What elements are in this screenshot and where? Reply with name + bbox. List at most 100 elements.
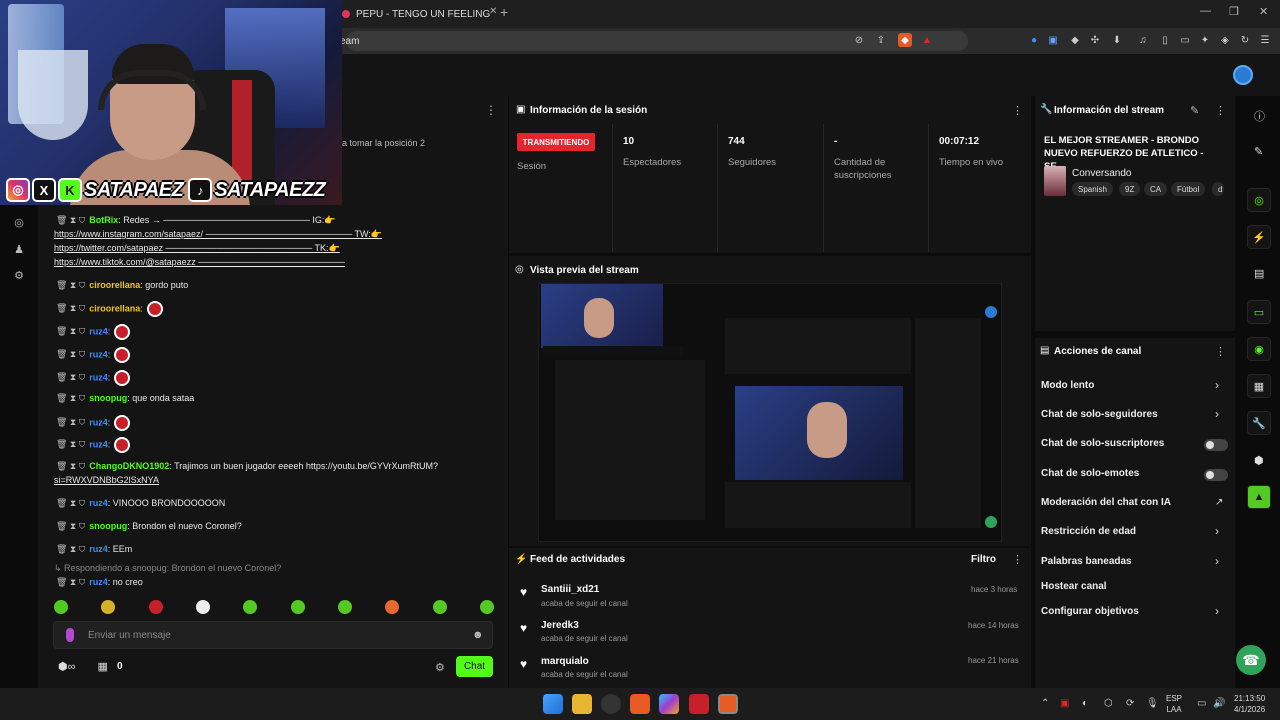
rail-panel-icon[interactable]: ▦	[1247, 374, 1271, 398]
chat-username[interactable]: BotRix	[89, 215, 118, 225]
chat-username[interactable]: snoopug	[89, 521, 127, 531]
brave-rewards-icon[interactable]: ▲	[920, 33, 934, 47]
channel-action-item[interactable]: Palabras baneadas	[1041, 556, 1132, 567]
new-tab-icon[interactable]: +	[500, 4, 508, 20]
chat-username[interactable]: ciroorellana	[89, 303, 140, 313]
focus-icon[interactable]: ◎	[12, 216, 26, 230]
pencil-icon[interactable]: ✎	[1254, 145, 1263, 158]
mod-action-icons[interactable]: 🗑 ⧗ ⛉	[56, 521, 85, 531]
channel-action-item[interactable]: Hostear canal	[1041, 581, 1107, 592]
clock[interactable]: 21:13:50 4/1/2026	[1234, 693, 1265, 715]
browser-tab[interactable]: PEPU - TENGO UN FEELING (Visualizer)	[338, 2, 490, 26]
share-icon[interactable]: ⇪	[874, 33, 888, 47]
toggle-switch[interactable]	[1204, 469, 1228, 481]
mod-action-icons[interactable]: 🗑 ⧗ ⛉	[56, 326, 85, 336]
puzzle-icon[interactable]: ✣	[1088, 33, 1102, 47]
mod-action-icons[interactable]: 🗑 ⧗ ⛉	[56, 417, 85, 427]
maximize-icon[interactable]: ❐	[1229, 5, 1239, 18]
chevron-right-icon[interactable]: ›	[1215, 554, 1219, 568]
chat-send-button[interactable]: Chat	[456, 656, 493, 677]
brave-icon[interactable]	[630, 694, 650, 714]
channel-action-item[interactable]: Restricción de edad	[1041, 526, 1136, 537]
emote-button[interactable]	[290, 600, 305, 614]
settings-icon[interactable]: ⚙	[12, 269, 26, 283]
tray-chevron-icon[interactable]: ⌃	[1041, 698, 1049, 709]
chat-username[interactable]: ruz4	[89, 577, 108, 587]
chevron-right-icon[interactable]: ›	[1215, 378, 1219, 392]
mod-action-icons[interactable]: 🗑 ⧗ ⛉	[56, 577, 85, 587]
language-indicator[interactable]: ESP LAA	[1166, 693, 1182, 715]
chat-username[interactable]: ruz4	[89, 372, 108, 382]
channel-action-item[interactable]: Modo lento	[1041, 380, 1094, 391]
mod-action-icons[interactable]: 🗑 ⧗ ⛉	[56, 215, 85, 225]
rail-mod-icon[interactable]: ⬢	[1254, 454, 1264, 467]
refresh-icon[interactable]: ↻	[1238, 33, 1252, 47]
mod-action-icons[interactable]: 🗑 ⧗ ⛉	[56, 439, 85, 449]
chat-username[interactable]: ruz4	[89, 544, 108, 554]
chat-username[interactable]: ruz4	[89, 349, 108, 359]
stream-info-menu-icon[interactable]: ⋮	[1215, 104, 1226, 117]
user-avatar[interactable]	[1233, 65, 1253, 85]
translate-icon[interactable]: ▣	[1046, 33, 1060, 47]
mod-action-icons[interactable]: 🗑 ⧗ ⛉	[56, 393, 85, 403]
chat-menu-icon[interactable]: ⋮	[485, 103, 497, 117]
emote-button[interactable]	[337, 600, 352, 614]
copilot-icon[interactable]	[659, 694, 679, 714]
rail-chat-icon[interactable]: ▭	[1247, 300, 1271, 324]
mod-action-icons[interactable]: 🗑 ⧗ ⛉	[56, 372, 85, 382]
feed-filter-button[interactable]: Filtro	[971, 554, 996, 565]
tray-app4-icon[interactable]: ⟳	[1126, 698, 1134, 709]
rail-broadcast-icon[interactable]: ◉	[1247, 337, 1271, 361]
channel-action-item[interactable]: Chat de solo-seguidores	[1041, 409, 1158, 420]
chat-username[interactable]: ruz4	[89, 439, 108, 449]
wallet2-icon[interactable]: ▭	[1178, 33, 1192, 47]
emote-button[interactable]	[54, 600, 68, 614]
chat-username[interactable]: ruz4	[89, 417, 108, 427]
chat-username[interactable]: ruz4	[89, 498, 108, 508]
mod-action-icons[interactable]: 🗑 ⧗ ⛉	[56, 544, 85, 554]
mod-action-icons[interactable]: 🗑 ⧗ ⛉	[56, 498, 85, 508]
file-explorer-icon[interactable]	[572, 694, 592, 714]
tray-app2-icon[interactable]: ◐	[1082, 698, 1088, 709]
session-menu-icon[interactable]: ⋮	[1012, 104, 1023, 117]
info-icon[interactable]: ⓘ	[1254, 108, 1265, 124]
store-icon[interactable]: ▦	[97, 660, 107, 673]
tray-mic-icon[interactable]: 🎙	[1146, 698, 1159, 709]
window-close-icon[interactable]: ✕	[1259, 5, 1268, 18]
emote-button[interactable]	[195, 600, 210, 614]
channel-action-item[interactable]: Moderación del chat con IA	[1041, 497, 1171, 508]
chat-settings-icon[interactable]: ⚙	[435, 661, 445, 674]
chevron-right-icon[interactable]: ›	[1215, 524, 1219, 538]
tab-close-icon[interactable]: ✕	[489, 6, 497, 17]
rail-wrench-icon[interactable]: 🔧	[1247, 411, 1271, 435]
rail-game-icon[interactable]: ▲	[1247, 485, 1271, 509]
obs-icon[interactable]	[601, 694, 621, 714]
emote-button[interactable]	[479, 600, 494, 614]
leo-icon[interactable]: ✦	[1198, 33, 1212, 47]
emote-button[interactable]	[101, 600, 116, 614]
rail-doc-icon[interactable]: ▤	[1254, 267, 1264, 280]
channel-action-item[interactable]: Configurar objetivos	[1041, 606, 1139, 617]
minimize-icon[interactable]: —	[1200, 5, 1211, 17]
chat-username[interactable]: ciroorellana	[89, 280, 140, 290]
mute-icon[interactable]: ⊘	[852, 33, 866, 47]
help-button[interactable]: ☎	[1236, 645, 1266, 675]
emoji-icon[interactable]: ☻	[472, 629, 484, 641]
download-icon[interactable]: ⬇	[1110, 33, 1124, 47]
vpn-icon[interactable]: ◈	[1218, 33, 1232, 47]
external-link-icon[interactable]: ↗	[1215, 497, 1223, 508]
monitor-icon[interactable]: ▭	[1197, 698, 1206, 709]
wallet-icon[interactable]: ◆	[1068, 33, 1082, 47]
app-icon[interactable]	[689, 694, 709, 714]
emote-button[interactable]	[243, 600, 258, 614]
volume-icon[interactable]: 🔊	[1213, 698, 1225, 709]
playlist-icon[interactable]: ♫	[1136, 33, 1150, 47]
tray-app3-icon[interactable]: ⬡	[1104, 698, 1113, 709]
emote-button[interactable]	[148, 600, 163, 614]
chat-username[interactable]: snoopug	[89, 393, 127, 403]
channel-action-item[interactable]: Chat de solo-suscriptores	[1041, 438, 1164, 449]
mod-tools-icon[interactable]: ⬢∞	[58, 660, 75, 673]
extension-icon[interactable]: ●	[1027, 33, 1041, 47]
menu-icon[interactable]: ☰	[1258, 33, 1272, 47]
feed-menu-icon[interactable]: ⋮	[1012, 553, 1023, 566]
